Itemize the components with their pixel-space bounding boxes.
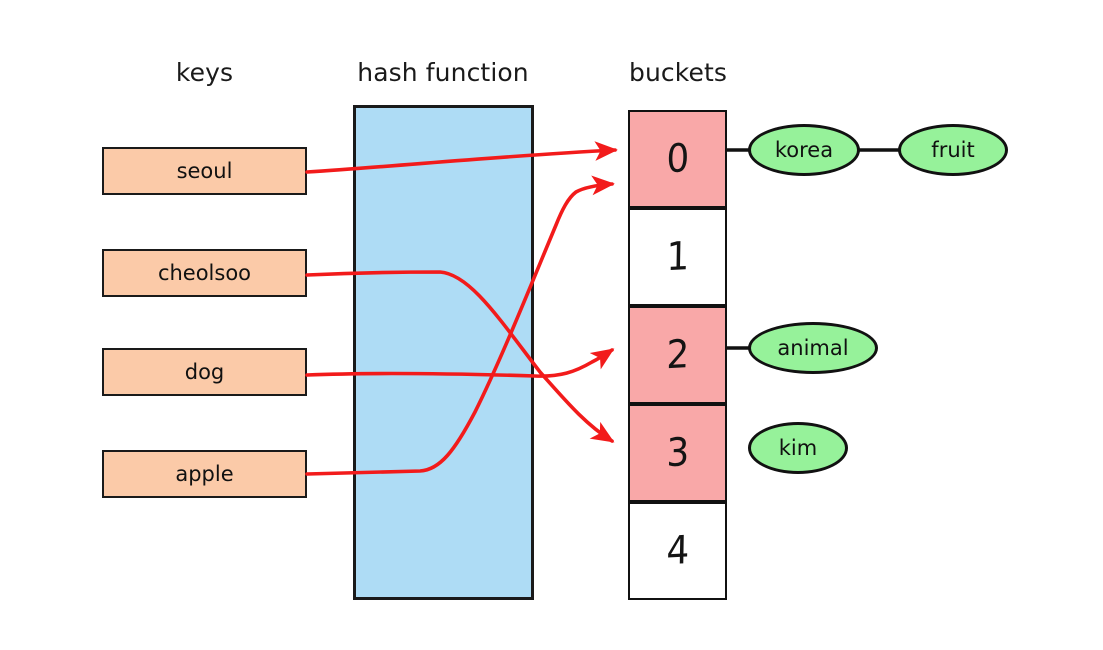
bucket-cell-1[interactable]: 1 [628,208,727,306]
hash-table-diagram: keys hash function buckets seoul cheolso… [0,0,1103,650]
bucket-cell-4[interactable]: 4 [628,502,727,600]
column-title-buckets: buckets [629,58,727,87]
hash-arrows-layer [305,141,618,476]
bucket-index-label: 2 [665,331,690,379]
key-box-cheolsoo[interactable]: cheolsoo [102,249,307,297]
key-label: dog [184,360,225,384]
column-title-hash-function: hash function [357,58,529,87]
hash-function-box [353,105,534,600]
bucket-index-label: 3 [665,429,690,477]
key-box-dog[interactable]: dog [102,348,307,396]
value-node-fruit[interactable]: fruit [898,124,1008,176]
value-node-kim[interactable]: kim [748,422,848,474]
value-label: korea [774,138,834,162]
key-label: cheolsoo [157,261,252,285]
value-label: fruit [931,138,975,162]
bucket-cell-2[interactable]: 2 [628,306,727,404]
value-label: kim [778,436,818,460]
value-node-animal[interactable]: animal [748,322,878,374]
connector-lines-layer [727,148,900,350]
bucket-cell-3[interactable]: 3 [628,404,727,502]
bucket-index-label: 0 [665,135,690,183]
column-title-keys: keys [175,58,234,87]
bucket-index-label: 4 [665,527,690,575]
value-node-korea[interactable]: korea [748,124,860,176]
key-label: apple [175,462,234,486]
value-label: animal [777,336,849,360]
bucket-cell-0[interactable]: 0 [628,110,727,208]
key-label: seoul [176,159,233,183]
key-box-apple[interactable]: apple [102,450,307,498]
bucket-index-label: 1 [665,233,690,281]
key-box-seoul[interactable]: seoul [102,147,307,195]
